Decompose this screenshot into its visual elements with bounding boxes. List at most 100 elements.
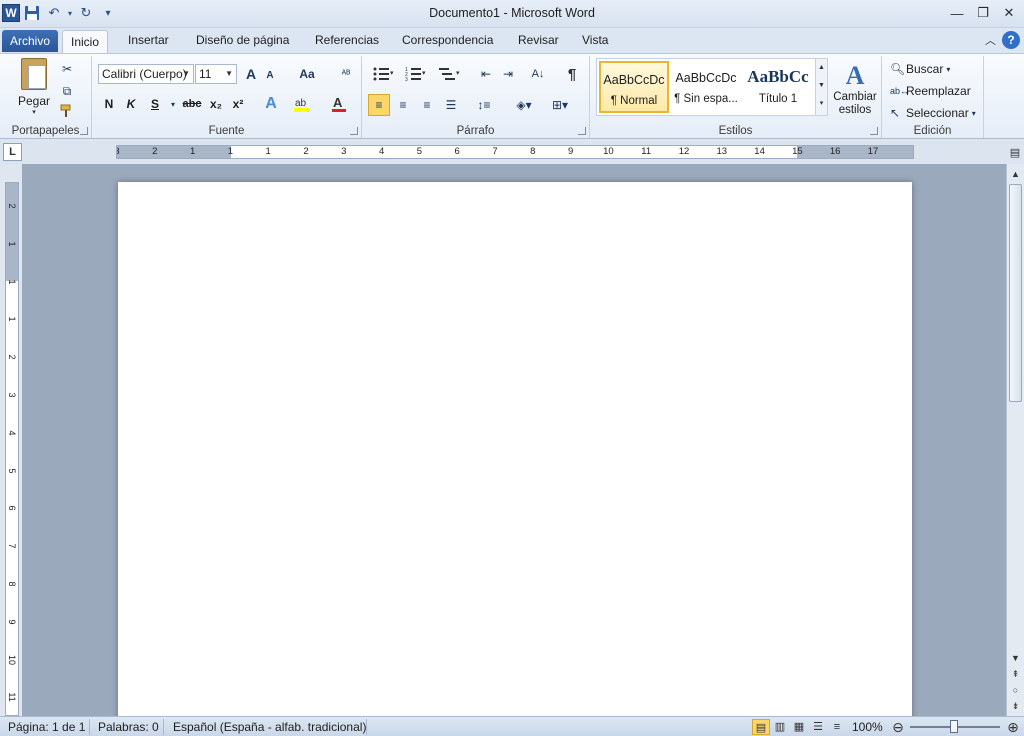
binoculars-icon: 🔍︎ xyxy=(890,62,906,76)
font-size-combo[interactable]: 11 ▼ xyxy=(195,64,237,84)
minimize-icon[interactable]: — xyxy=(946,3,968,23)
find-label: Buscar xyxy=(906,62,944,76)
borders-icon[interactable]: ⊞▾ xyxy=(546,94,574,116)
paste-button[interactable]: Pegar ▾ xyxy=(14,58,54,116)
ruler-margin-left xyxy=(117,146,231,158)
find-button[interactable]: 🔍︎ Buscar ▾ xyxy=(890,60,980,78)
status-bar: Página: 1 de 1 Palabras: 0 Español (Espa… xyxy=(0,716,1024,736)
close-icon[interactable]: ✕ xyxy=(998,3,1020,23)
tab-insertar[interactable]: Insertar xyxy=(120,28,177,53)
scroll-up-icon[interactable]: ▲ xyxy=(1007,166,1024,182)
style-normal[interactable]: AaBbCcDc ¶ Normal xyxy=(599,61,669,113)
prev-page-icon[interactable]: ⇞ xyxy=(1007,666,1024,682)
multilevel-list-icon[interactable]: ▾ xyxy=(436,64,464,84)
ruler-number: 1 xyxy=(189,146,196,157)
vertical-ruler[interactable]: 2 1 1 1 2 3 4 5 6 7 8 9 10 11 xyxy=(5,182,19,716)
tab-correspondencia[interactable]: Correspondencia xyxy=(394,28,501,53)
draft-view-icon[interactable]: ≡ xyxy=(828,719,846,735)
align-right-icon[interactable]: ≡ xyxy=(416,94,438,116)
clear-format-icon[interactable]: ᴬᴮ xyxy=(336,64,356,84)
ruler-number: 4 xyxy=(378,146,385,157)
language[interactable]: Español (España - alfab. tradicional) xyxy=(173,720,366,734)
scroll-down-icon[interactable]: ▼ xyxy=(1007,650,1024,666)
numbering-icon[interactable]: 1 2 3 ▾ xyxy=(402,64,430,84)
view-ruler-icon[interactable]: ▤ xyxy=(1006,143,1024,163)
cut-icon[interactable]: ✂ xyxy=(58,60,76,78)
style-titulo-1[interactable]: AaBbCc Título 1 xyxy=(743,61,813,113)
font-name-combo[interactable]: Calibri (Cuerpo) ▼ xyxy=(98,64,194,84)
style-sample: AaBbCc xyxy=(747,67,809,86)
next-page-icon[interactable]: ⇟ xyxy=(1007,698,1024,714)
restore-icon[interactable]: ❐ xyxy=(972,3,994,23)
tab-diseno-pagina[interactable]: Diseño de página xyxy=(188,28,297,53)
shading-icon[interactable]: ◈▾ xyxy=(510,94,538,116)
change-styles-button[interactable]: A Cambiar estilos xyxy=(830,58,880,120)
align-left-icon[interactable]: ≡ xyxy=(368,94,390,116)
sort-icon[interactable]: A↓ xyxy=(528,64,548,84)
decrease-indent-icon[interactable]: ⇤ xyxy=(476,64,496,84)
zoom-level[interactable]: 100% xyxy=(852,720,883,734)
dialog-launcher-icon[interactable] xyxy=(578,127,586,135)
text-effects-icon[interactable]: A xyxy=(260,94,282,114)
show-marks-icon[interactable]: ¶ xyxy=(562,64,582,84)
page-count[interactable]: Página: 1 de 1 xyxy=(8,720,85,734)
horizontal-ruler[interactable]: 32111234567891011121314151617 xyxy=(116,145,914,159)
outline-view-icon[interactable]: ☰ xyxy=(809,719,827,735)
replace-button[interactable]: ab↔ Reemplazar xyxy=(890,82,980,100)
underline-dropdown-icon[interactable]: ▾ xyxy=(168,94,178,114)
tab-inicio[interactable]: Inicio xyxy=(62,30,109,53)
superscript-button[interactable]: x² xyxy=(228,94,248,114)
zoom-in-icon[interactable]: ⊕ xyxy=(1004,719,1022,735)
document-page[interactable] xyxy=(118,182,912,722)
tab-vista[interactable]: Vista xyxy=(574,28,616,53)
help-icon[interactable]: ? xyxy=(1002,31,1020,49)
ruler-number: 2 xyxy=(7,203,17,209)
vertical-scrollbar[interactable]: ▲ ▼ ⇞ ○ ⇟ xyxy=(1006,164,1024,716)
subscript-button[interactable]: x₂ xyxy=(206,94,226,114)
ruler-number: 11 xyxy=(7,692,17,703)
tab-referencias[interactable]: Referencias xyxy=(307,28,387,53)
bullets-icon[interactable]: ▾ xyxy=(370,64,398,84)
ruler-margin-top xyxy=(6,183,18,281)
italic-button[interactable]: K xyxy=(122,94,140,114)
dialog-launcher-icon[interactable] xyxy=(350,127,358,135)
styles-gallery-scroll[interactable]: ▲ ▼ ▾ xyxy=(815,59,827,115)
font-name-value: Calibri (Cuerpo) xyxy=(102,67,187,81)
ruler-number: 11 xyxy=(641,146,652,157)
align-center-icon[interactable]: ≡ xyxy=(392,94,414,116)
style-sample: AaBbCcDc xyxy=(675,71,737,85)
minimize-ribbon-icon[interactable]: ︿ xyxy=(985,32,996,48)
font-color-icon[interactable]: A xyxy=(326,94,352,114)
select-button[interactable]: ↖ Seleccionar ▾ xyxy=(890,104,982,122)
print-layout-icon[interactable]: ▤ xyxy=(752,719,770,735)
select-label: Seleccionar xyxy=(906,106,969,120)
grow-font-button[interactable]: A xyxy=(242,64,260,84)
increase-indent-icon[interactable]: ⇥ xyxy=(498,64,518,84)
highlight-icon[interactable]: ab xyxy=(290,94,314,114)
svg-text:▾: ▾ xyxy=(456,70,460,77)
change-case-button[interactable]: Aa xyxy=(294,64,320,84)
strikethrough-button[interactable]: abc xyxy=(180,94,204,114)
dialog-launcher-icon[interactable] xyxy=(80,127,88,135)
web-layout-icon[interactable]: ▦ xyxy=(790,719,808,735)
browse-object-icon[interactable]: ○ xyxy=(1007,682,1024,698)
tab-archivo[interactable]: Archivo xyxy=(2,30,59,52)
zoom-out-icon[interactable]: ⊖ xyxy=(889,719,907,735)
shrink-font-button[interactable]: A xyxy=(262,66,278,84)
copy-icon[interactable]: ⧉ xyxy=(58,82,76,100)
full-screen-reading-icon[interactable]: ▥ xyxy=(771,719,789,735)
status-divider xyxy=(89,719,90,735)
justify-icon[interactable]: ☰ xyxy=(440,94,462,116)
format-painter-icon[interactable] xyxy=(58,102,76,120)
line-spacing-icon[interactable]: ↕≡ xyxy=(470,94,498,116)
scroll-thumb[interactable] xyxy=(1009,184,1022,402)
group-label-fuente: Fuente xyxy=(208,125,245,137)
underline-button[interactable]: S xyxy=(146,94,164,114)
tab-revisar[interactable]: Revisar xyxy=(510,28,567,53)
zoom-slider-handle[interactable] xyxy=(950,720,958,733)
word-count[interactable]: Palabras: 0 xyxy=(98,720,159,734)
bold-button[interactable]: N xyxy=(100,94,118,114)
style-sin-espaciado[interactable]: AaBbCcDc ¶ Sin espa... xyxy=(671,61,741,113)
dialog-launcher-icon[interactable] xyxy=(870,127,878,135)
tab-selector-button[interactable]: L xyxy=(3,143,22,161)
